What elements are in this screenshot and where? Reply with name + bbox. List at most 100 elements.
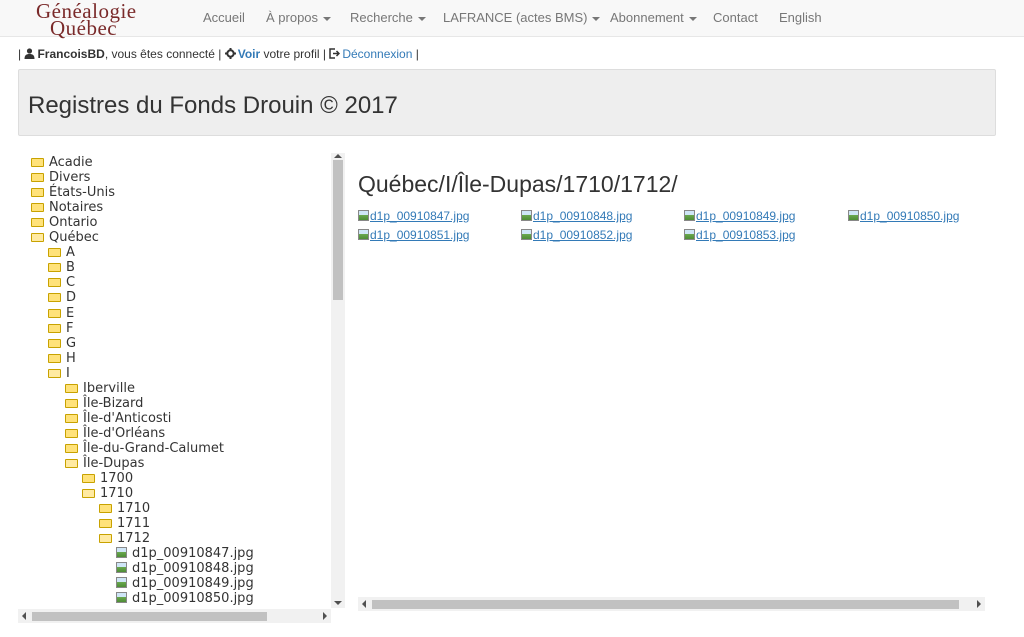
tree-item-label: 1710 — [100, 486, 134, 502]
tree-item-label: d1p_00910849.jpg — [132, 576, 254, 592]
folder-icon — [48, 308, 61, 318]
tree-folder-item[interactable]: Divers — [31, 170, 90, 185]
tree-folder-item[interactable]: A — [48, 245, 75, 260]
scroll-right-arrow-icon[interactable] — [977, 600, 981, 608]
folder-icon — [48, 338, 61, 348]
separator: | — [18, 47, 22, 61]
tree-vertical-scrollbar[interactable] — [331, 153, 345, 608]
current-path-title: Québec/I/Île-Dupas/1710/1712/ — [358, 171, 678, 197]
tree-folder-item[interactable]: 1710 — [82, 486, 133, 501]
separator-end: | — [415, 47, 419, 61]
logout-link[interactable]: Déconnexion — [342, 47, 412, 61]
tree-folder-item[interactable]: Île-du-Grand-Calumet — [65, 441, 224, 456]
tree-folder-item[interactable]: Iberville — [65, 381, 135, 396]
scrollbar-thumb[interactable] — [333, 160, 343, 300]
tree-folder-item[interactable]: 1710 — [99, 501, 150, 516]
file-name: d1p_00910848.jpg — [533, 209, 633, 223]
logout-icon — [329, 48, 341, 59]
caret-down-icon — [417, 16, 426, 21]
nav-item-abonnement[interactable]: Abonnement — [610, 10, 697, 25]
nav-item-label: Abonnement — [610, 10, 684, 25]
tree-folder-item[interactable]: H — [48, 351, 76, 366]
nav-item-english[interactable]: English — [779, 10, 822, 25]
image-file-icon — [358, 210, 369, 221]
tree-folder-item[interactable]: F — [48, 321, 73, 336]
tree-file-item[interactable]: d1p_00910849.jpg — [116, 576, 254, 591]
file-name: d1p_00910850.jpg — [860, 209, 960, 223]
nav-item-lafrance-actes-bms[interactable]: LAFRANCE (actes BMS) — [443, 10, 601, 25]
file-link[interactable]: d1p_00910850.jpg — [848, 209, 959, 223]
image-file-icon — [116, 577, 127, 589]
tree-folder-item[interactable]: Île-d'Anticosti — [65, 411, 171, 426]
file-link[interactable]: d1p_00910853.jpg — [684, 228, 795, 242]
image-file-icon — [684, 210, 695, 221]
tree-folder-item[interactable]: 1712 — [99, 531, 150, 546]
tree-folder-item[interactable]: C — [48, 275, 75, 290]
file-link[interactable]: d1p_00910849.jpg — [684, 209, 795, 223]
voir-profil-link[interactable]: Voir — [238, 47, 260, 61]
tree-folder-item[interactable]: Notaires — [31, 200, 103, 215]
tree-folder-item[interactable]: D — [48, 290, 76, 305]
tree-item-label: D — [66, 290, 77, 306]
tree-folder-item[interactable]: B — [48, 260, 75, 275]
file-link[interactable]: d1p_00910852.jpg — [521, 228, 632, 242]
page-header: Registres du Fonds Drouin © 2017 — [18, 69, 996, 136]
tree-folder-item[interactable]: États-Unis — [31, 185, 115, 200]
scroll-right-arrow-icon[interactable] — [323, 612, 327, 620]
folder-open-icon — [65, 459, 78, 468]
image-file-icon — [684, 229, 695, 240]
tree-folder-item[interactable]: Île-Bizard — [65, 396, 143, 411]
tree-folder-item[interactable]: Acadie — [31, 155, 93, 170]
tree-folder-item[interactable]: Ontario — [31, 215, 97, 230]
folder-open-icon — [31, 233, 44, 243]
tree-file-item[interactable]: d1p_00910850.jpg — [116, 591, 254, 606]
folder-icon — [65, 443, 78, 453]
folder-icon — [48, 293, 61, 303]
tree-item-label: Île-Bizard — [83, 395, 144, 411]
folder-open-icon — [48, 368, 61, 378]
user-icon — [24, 48, 35, 59]
files-horizontal-scrollbar[interactable] — [358, 597, 985, 611]
scrollbar-thumb[interactable] — [32, 612, 267, 621]
image-file-icon — [358, 229, 369, 240]
tree-folder-item[interactable]: Île-d'Orléans — [65, 426, 165, 441]
caret-down-icon — [688, 16, 697, 21]
tree-item-label: Notaires — [49, 200, 104, 216]
folder-icon — [31, 173, 44, 183]
tree-item-label: 1710 — [117, 501, 151, 517]
tree-folder-item[interactable]: Île-Dupas — [65, 456, 144, 471]
file-link[interactable]: d1p_00910847.jpg — [358, 209, 469, 223]
username: FrancoisBD — [37, 47, 105, 61]
top-navbar: Généalogie Québec Accueil À propos Recherc… — [0, 0, 1024, 40]
scroll-down-arrow-icon[interactable] — [334, 601, 342, 605]
caret-down-icon — [592, 16, 601, 21]
file-name: d1p_00910851.jpg — [370, 228, 470, 242]
folder-icon — [31, 218, 44, 228]
folder-icon — [48, 263, 61, 273]
file-link[interactable]: d1p_00910848.jpg — [521, 209, 632, 223]
scrollbar-thumb[interactable] — [372, 600, 959, 609]
scroll-up-arrow-icon[interactable] — [334, 154, 342, 158]
tree-item-label: Acadie — [49, 155, 93, 170]
tree-folder-item[interactable]: I — [48, 366, 70, 381]
tree-file-item[interactable]: d1p_00910847.jpg — [116, 546, 254, 561]
nav-item-label: English — [779, 10, 822, 25]
nav-item-contact[interactable]: Contact — [713, 10, 758, 25]
tree-folder-item[interactable]: G — [48, 336, 76, 351]
tree-folder-item[interactable]: 1700 — [82, 471, 133, 486]
tree-folder-item[interactable]: 1711 — [99, 516, 150, 531]
tree-file-item[interactable]: d1p_00910848.jpg — [116, 561, 254, 576]
nav-item-propos[interactable]: À propos — [266, 10, 332, 25]
tree-horizontal-scrollbar[interactable] — [18, 609, 331, 623]
tree-folder-item[interactable]: Québec — [31, 230, 99, 245]
scroll-left-arrow-icon[interactable] — [22, 612, 26, 620]
folder-open-icon — [99, 534, 112, 544]
file-link[interactable]: d1p_00910851.jpg — [358, 228, 469, 242]
scroll-left-arrow-icon[interactable] — [362, 600, 366, 608]
site-logo[interactable]: Généalogie Québec — [36, 0, 176, 40]
nav-item-accueil[interactable]: Accueil — [203, 10, 245, 25]
folder-icon — [48, 323, 61, 333]
tree-item-label: F — [66, 320, 74, 336]
tree-folder-item[interactable]: E — [48, 306, 74, 321]
nav-item-recherche[interactable]: Recherche — [350, 10, 426, 25]
